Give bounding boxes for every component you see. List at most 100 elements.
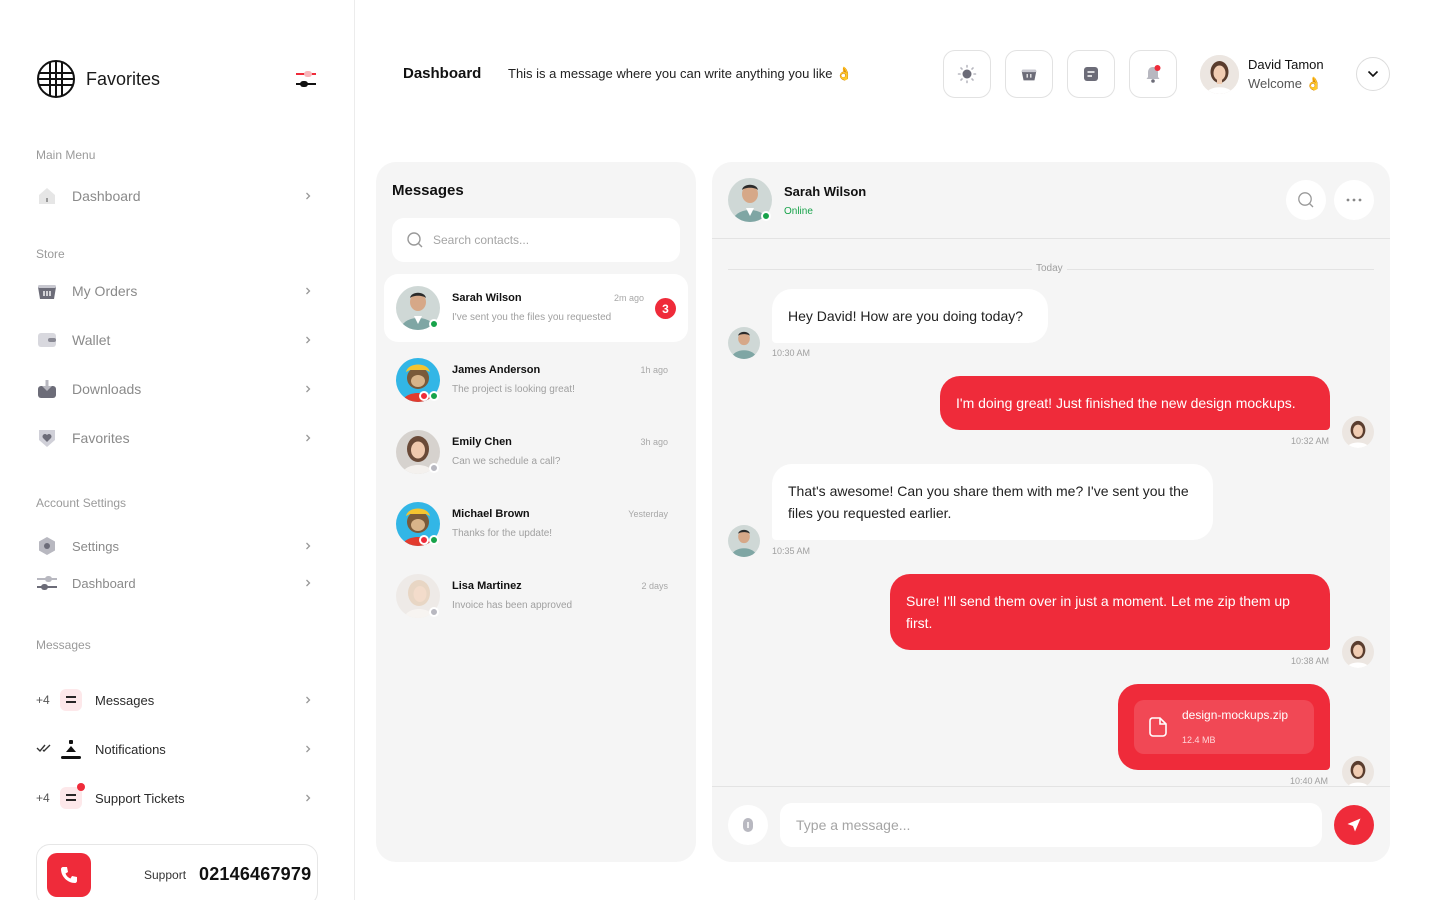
message-input[interactable] xyxy=(780,803,1322,847)
avatar xyxy=(1342,756,1374,788)
unread-badge: 3 xyxy=(655,298,676,319)
offline-dot xyxy=(429,607,439,617)
download-box-icon xyxy=(36,378,58,400)
chevron-right-icon xyxy=(298,573,318,593)
chat-header: Sarah Wilson Online xyxy=(712,162,1390,239)
lines-icon xyxy=(60,689,82,711)
message-file-outgoing: design-mockups.zip 12.4 MB xyxy=(1118,684,1330,770)
sidebar-item-favorites[interactable]: Favorites xyxy=(36,425,318,451)
message-time: 10:40 AM xyxy=(1290,776,1329,786)
grid-globe-icon xyxy=(37,60,75,98)
chevron-right-icon xyxy=(298,330,318,350)
chevron-right-icon xyxy=(298,186,318,206)
bell-icon xyxy=(1146,65,1161,83)
chat-composer xyxy=(712,786,1390,862)
page-subtitle: This is a message where you can write an… xyxy=(508,66,853,81)
sun-icon xyxy=(957,64,977,84)
avatar xyxy=(728,327,760,359)
heart-shield-icon xyxy=(36,427,58,449)
page-title: Dashboard xyxy=(403,65,482,82)
support-number: 02146467979 xyxy=(199,864,312,884)
messages-count: +4 xyxy=(36,693,50,707)
brand-name: Favorites xyxy=(86,68,161,89)
avatar xyxy=(1342,636,1374,668)
send-button[interactable] xyxy=(1334,805,1374,845)
message-time: 10:35 AM xyxy=(772,546,811,556)
sidebar-item-settings[interactable]: Settings xyxy=(36,533,318,559)
contact-michael-brown[interactable]: Michael Brown Thanks for the update! Yes… xyxy=(384,490,688,558)
basket-icon xyxy=(36,280,58,302)
message-bubble-incoming: That's awesome! Can you share them with … xyxy=(772,464,1213,540)
notifications-button[interactable] xyxy=(1129,50,1177,98)
bell-stack-icon xyxy=(60,738,82,760)
contact-emily-chen[interactable]: Emily Chen Can we schedule a call? 3h ag… xyxy=(384,418,688,486)
support-call-button[interactable] xyxy=(47,853,91,897)
message-bubble-outgoing: Sure! I'll send them over in just a mome… xyxy=(890,574,1330,650)
sidebar-item-dashboard-settings[interactable]: Dashboard xyxy=(36,570,318,596)
chevron-right-icon xyxy=(298,536,318,556)
messages-panel: Messages Sarah Wilson I've sent you the … xyxy=(376,162,696,862)
contact-james-anderson[interactable]: James Anderson The project is looking gr… xyxy=(384,346,688,414)
section-account-settings: Account Settings xyxy=(36,496,127,510)
user-menu-button[interactable] xyxy=(1356,57,1390,91)
chat-more-button[interactable] xyxy=(1334,180,1374,220)
avatar[interactable] xyxy=(1200,55,1239,94)
chevron-right-icon xyxy=(298,428,318,448)
search-icon xyxy=(1298,192,1314,208)
support-label: Support xyxy=(144,868,187,882)
section-messages: Messages xyxy=(36,638,91,652)
sidebar-item-notifications[interactable]: Notifications xyxy=(36,736,318,762)
section-store: Store xyxy=(36,247,65,261)
avatar xyxy=(728,525,760,557)
chevron-down-icon xyxy=(1367,70,1379,78)
file-attachment[interactable]: design-mockups.zip 12.4 MB xyxy=(1134,700,1314,754)
notifications-check-icon xyxy=(36,742,60,756)
file-size: 12.4 MB xyxy=(1182,734,1216,745)
chat-panel: Sarah Wilson Online Today Hey David! How… xyxy=(712,162,1390,862)
paperclip-icon xyxy=(743,818,753,832)
sidebar-item-support-tickets[interactable]: +4 Support Tickets xyxy=(36,783,318,811)
attach-button[interactable] xyxy=(728,805,768,845)
theme-toggle-button[interactable] xyxy=(943,50,991,98)
chat-search-button[interactable] xyxy=(1286,180,1326,220)
offline-dot xyxy=(429,463,439,473)
sliders-icon xyxy=(36,572,58,594)
support-card: Support 02146467979 xyxy=(36,844,318,900)
chevron-right-icon xyxy=(298,281,318,301)
chat-contact-name: Sarah Wilson xyxy=(784,184,867,199)
home-icon xyxy=(36,185,58,207)
online-dot xyxy=(429,535,439,545)
wallet-icon xyxy=(36,329,58,351)
note-icon xyxy=(1084,67,1098,81)
chevron-right-icon xyxy=(298,379,318,399)
sidebar-item-downloads[interactable]: Downloads xyxy=(36,376,318,402)
search-input[interactable] xyxy=(433,233,663,247)
message-time: 10:32 AM xyxy=(1291,436,1330,446)
phone-icon xyxy=(61,867,77,883)
hexagon-gear-icon xyxy=(36,535,58,557)
send-icon xyxy=(1347,818,1361,832)
avatar xyxy=(1342,416,1374,448)
search-box[interactable] xyxy=(392,218,680,262)
sidebar-item-dashboard[interactable]: Dashboard xyxy=(36,183,318,209)
support-tickets-count: +4 xyxy=(36,791,50,805)
chat-contact-status: Online xyxy=(784,206,813,217)
online-dot xyxy=(429,391,439,401)
message-time: 10:38 AM xyxy=(1291,656,1330,666)
contact-sarah-wilson[interactable]: Sarah Wilson I've sent you the files you… xyxy=(384,274,688,342)
notes-button[interactable] xyxy=(1067,50,1115,98)
file-icon xyxy=(1149,717,1167,737)
online-dot xyxy=(761,211,771,221)
message-bubble-outgoing: I'm doing great! Just finished the new d… xyxy=(940,376,1330,430)
sidebar-item-my-orders[interactable]: My Orders xyxy=(36,278,318,304)
status-dot xyxy=(419,391,429,401)
cart-button[interactable] xyxy=(1005,50,1053,98)
chevron-right-icon xyxy=(298,788,318,808)
brand[interactable]: Favorites xyxy=(36,59,160,99)
search-icon xyxy=(407,232,423,248)
messages-title: Messages xyxy=(392,182,464,199)
sidebar-toggle-icon[interactable] xyxy=(294,68,318,90)
contact-lisa-martinez[interactable]: Lisa Martinez Invoice has been approved … xyxy=(384,562,688,630)
sidebar-item-wallet[interactable]: Wallet xyxy=(36,327,318,353)
sidebar-item-messages[interactable]: +4 Messages xyxy=(36,687,318,713)
